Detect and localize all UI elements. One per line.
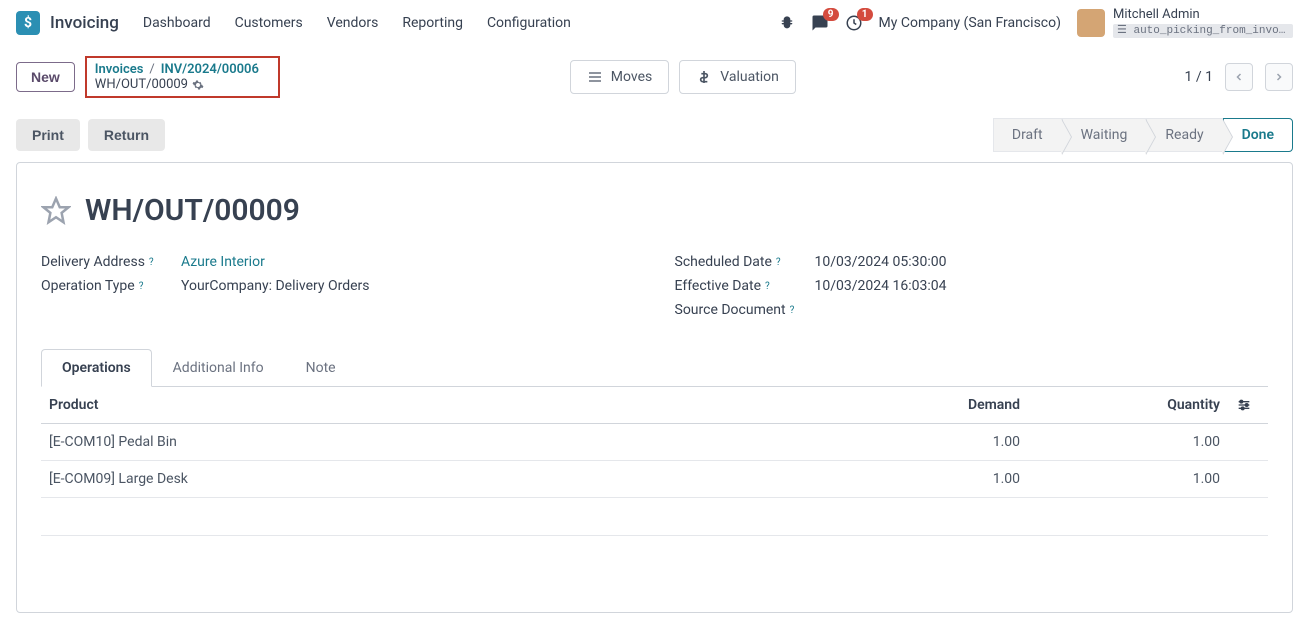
help-icon[interactable]: ?: [776, 257, 781, 268]
bc-current: WH/OUT/00009: [95, 77, 188, 92]
nav-customers[interactable]: Customers: [235, 15, 303, 31]
cell-product: [E-COM09] Large Desk: [41, 461, 828, 498]
pager: 1 / 1: [1185, 63, 1293, 91]
help-icon[interactable]: ?: [149, 257, 154, 268]
nav-vendors[interactable]: Vendors: [327, 15, 379, 31]
field-source-document: Source Document?: [675, 302, 1269, 318]
activities-icon[interactable]: 1: [845, 14, 863, 32]
user-info: Mitchell Admin ☰ auto_picking_from_invoi…: [1113, 7, 1293, 38]
nav-configuration[interactable]: Configuration: [487, 15, 571, 31]
field-delivery-address: Delivery Address? Azure Interior: [41, 254, 635, 270]
pager-prev[interactable]: [1225, 63, 1253, 91]
nav-dashboard[interactable]: Dashboard: [143, 15, 211, 31]
cell-demand: 1.00: [828, 424, 1028, 461]
delivery-address-value[interactable]: Azure Interior: [181, 254, 265, 270]
th-demand[interactable]: Demand: [828, 387, 1028, 424]
status-ready[interactable]: Ready: [1146, 118, 1222, 152]
toolbar: Print Return Draft Waiting Ready Done: [0, 108, 1309, 162]
table-row[interactable]: [E-COM09] Large Desk 1.00 1.00: [41, 461, 1268, 498]
picking-title: WH/OUT/00009: [85, 193, 300, 228]
table-row[interactable]: [E-COM10] Pedal Bin 1.00 1.00: [41, 424, 1268, 461]
cell-quantity: 1.00: [1028, 461, 1228, 498]
db-name: ☰ auto_picking_from_invoic...: [1113, 24, 1293, 38]
help-icon[interactable]: ?: [139, 281, 144, 292]
effective-date-value: 10/03/2024 16:03:04: [815, 278, 947, 294]
help-icon[interactable]: ?: [765, 281, 770, 292]
status-bar: Draft Waiting Ready Done: [993, 118, 1293, 152]
status-waiting[interactable]: Waiting: [1062, 118, 1147, 152]
activities-badge: 1: [857, 8, 873, 21]
print-button[interactable]: Print: [16, 119, 80, 151]
app-name[interactable]: Invoicing: [50, 13, 119, 33]
scheduled-date-value: 10/03/2024 05:30:00: [815, 254, 947, 270]
avatar: [1077, 9, 1105, 37]
bug-icon[interactable]: [779, 15, 795, 31]
bc-sep: /: [149, 62, 154, 77]
cell-quantity: 1.00: [1028, 424, 1228, 461]
dollar-icon: [696, 69, 712, 85]
field-operation-type: Operation Type? YourCompany: Delivery Or…: [41, 278, 635, 294]
status-done[interactable]: Done: [1223, 118, 1293, 152]
help-icon[interactable]: ?: [790, 305, 795, 316]
field-scheduled-date: Scheduled Date? 10/03/2024 05:30:00: [675, 254, 1269, 270]
topnav-right: 9 1 My Company (San Francisco) Mitchell …: [779, 7, 1293, 38]
user-menu[interactable]: Mitchell Admin ☰ auto_picking_from_invoi…: [1077, 7, 1293, 38]
cell-product: [E-COM10] Pedal Bin: [41, 424, 828, 461]
status-draft[interactable]: Draft: [993, 118, 1062, 152]
operation-type-value: YourCompany: Delivery Orders: [181, 278, 370, 294]
th-quantity[interactable]: Quantity: [1028, 387, 1228, 424]
messages-icon[interactable]: 9: [811, 14, 829, 32]
pager-next[interactable]: [1265, 63, 1293, 91]
control-panel: New Invoices / INV/2024/00006 WH/OUT/000…: [0, 46, 1309, 108]
valuation-button[interactable]: Valuation: [679, 60, 796, 94]
cell-demand: 1.00: [828, 461, 1028, 498]
stat-buttons: Moves Valuation: [570, 60, 796, 94]
form-sheet: WH/OUT/00009 Delivery Address? Azure Int…: [16, 162, 1293, 613]
gear-icon[interactable]: [192, 79, 204, 91]
tabs: Operations Additional Info Note: [41, 348, 1268, 387]
tab-additional-info[interactable]: Additional Info: [152, 349, 285, 387]
table-footer-row: [41, 498, 1268, 536]
bc-invoice-num[interactable]: INV/2024/00006: [161, 62, 259, 77]
tab-operations[interactable]: Operations: [41, 349, 152, 387]
tab-note[interactable]: Note: [285, 349, 357, 387]
messages-badge: 9: [823, 8, 839, 21]
company-selector[interactable]: My Company (San Francisco): [879, 15, 1061, 31]
table-blank-row: [41, 536, 1268, 592]
nav-reporting[interactable]: Reporting: [402, 15, 463, 31]
user-name: Mitchell Admin: [1113, 7, 1293, 24]
breadcrumb: Invoices / INV/2024/00006 WH/OUT/00009: [85, 56, 280, 98]
bc-invoices[interactable]: Invoices: [95, 62, 144, 77]
return-button[interactable]: Return: [88, 119, 165, 151]
new-button[interactable]: New: [16, 62, 75, 92]
th-settings[interactable]: [1228, 387, 1268, 424]
pager-text: 1 / 1: [1185, 69, 1213, 85]
field-effective-date: Effective Date? 10/03/2024 16:03:04: [675, 278, 1269, 294]
app-icon[interactable]: $: [16, 11, 40, 35]
operations-table: Product Demand Quantity [E-COM10] Pedal …: [41, 387, 1268, 592]
top-nav: $ Invoicing Dashboard Customers Vendors …: [0, 0, 1309, 46]
list-icon: [587, 69, 603, 85]
th-product[interactable]: Product: [41, 387, 828, 424]
moves-button[interactable]: Moves: [570, 60, 669, 94]
star-icon[interactable]: [41, 196, 71, 226]
